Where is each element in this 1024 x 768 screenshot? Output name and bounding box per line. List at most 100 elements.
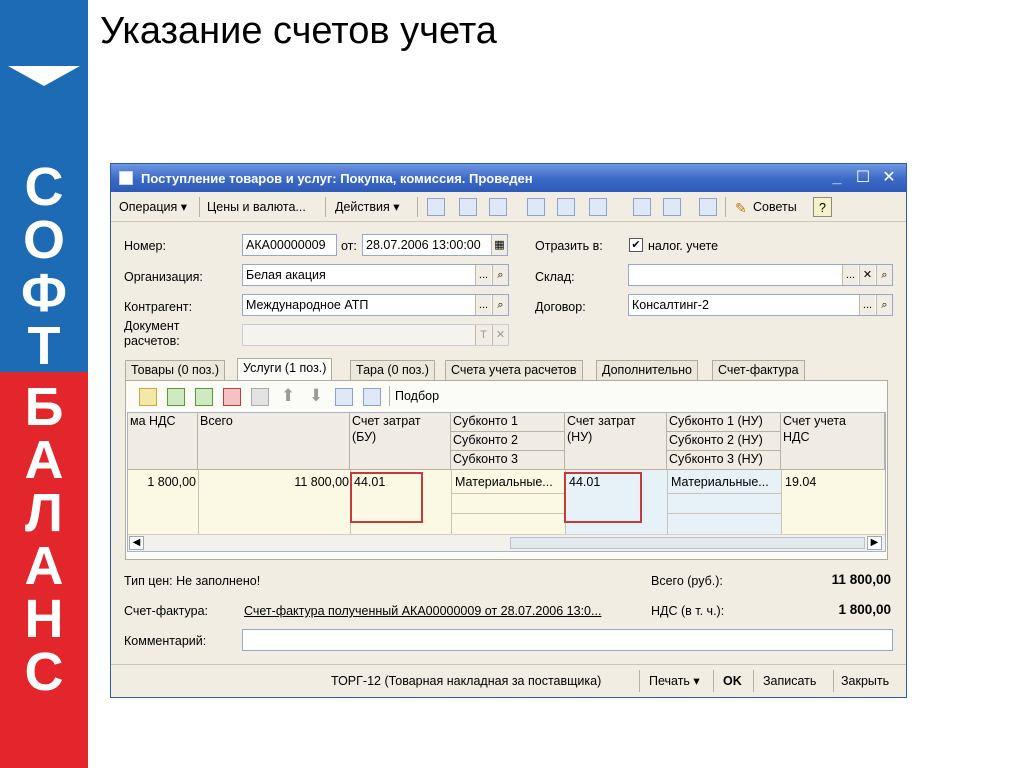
comment-field[interactable] <box>242 629 893 651</box>
dtkt-icon[interactable] <box>633 198 651 216</box>
report-icon[interactable] <box>663 198 681 216</box>
window-titlebar[interactable]: Поступление товаров и услуг: Покупка, ко… <box>111 164 906 192</box>
counterparty-field[interactable]: Международное АТП ... ⌕ <box>242 294 509 316</box>
separator <box>713 670 714 692</box>
type-icon[interactable]: T <box>475 325 491 345</box>
tab-goods[interactable]: Товары (0 поз.) <box>125 360 226 380</box>
select-button[interactable]: ... <box>859 295 875 315</box>
separator <box>325 197 326 217</box>
settlement-doc-label-line: расчетов: <box>124 334 180 348</box>
delete-row-icon[interactable] <box>223 388 241 406</box>
select-button[interactable]: ... <box>842 265 858 285</box>
tab-containers[interactable]: Тара (0 поз.) <box>350 360 435 380</box>
vat-label: НДС (в т. ч.): <box>651 604 725 618</box>
tab-additional[interactable]: Дополнительно <box>596 360 698 380</box>
tab-settlement-accounts[interactable]: Счета учета расчетов <box>445 360 583 380</box>
invoice-link[interactable]: Счет-фактура полученный АКА00000009 от 2… <box>244 604 601 618</box>
edit-row-icon[interactable] <box>195 388 213 406</box>
search-icon[interactable]: ⌕ <box>876 295 892 315</box>
document-window: Поступление товаров и услуг: Покупка, ко… <box>110 163 907 698</box>
close-icon[interactable]: ✕ <box>879 168 899 188</box>
col-header-vat[interactable]: ма НДС <box>128 413 198 470</box>
col-header-sub3[interactable]: Субконто 3 <box>451 451 565 470</box>
number-field[interactable]: АКА00000009 <box>242 234 337 256</box>
col-header-sub1-nu[interactable]: Субконто 1 (НУ) <box>667 413 781 432</box>
date-label: от: <box>341 239 357 253</box>
tab-invoice[interactable]: Счет-фактура <box>712 360 805 380</box>
org-field[interactable]: Белая акация ... ⌕ <box>242 264 509 286</box>
org-value: Белая акация <box>246 268 326 282</box>
close-button[interactable]: Закрыть <box>841 672 889 690</box>
slide-title: Указание счетов учета <box>100 10 497 52</box>
save-button[interactable]: Записать <box>763 672 816 690</box>
structure-icon[interactable] <box>699 198 717 216</box>
tips-button[interactable]: ✎ Советы <box>731 197 801 217</box>
move-down-icon[interactable]: ⬇ <box>309 386 323 406</box>
minimize-icon[interactable]: _ <box>827 168 847 188</box>
prices-button[interactable]: Цены и валюта... <box>203 197 310 217</box>
brand-letter: Ф <box>20 263 68 323</box>
horizontal-scrollbar[interactable]: ◀ ▶ <box>128 534 885 551</box>
vat-value: 1 800,00 <box>838 602 891 617</box>
actions-menu[interactable]: Действия ▾ <box>331 197 404 217</box>
search-icon[interactable]: ⌕ <box>492 265 508 285</box>
sort-asc-icon[interactable] <box>335 388 353 406</box>
back-icon[interactable] <box>427 198 445 216</box>
search-icon[interactable]: ⌕ <box>876 265 892 285</box>
divider <box>667 513 781 514</box>
clear-icon[interactable]: ✕ <box>859 265 875 285</box>
col-header-sub2[interactable]: Субконто 2 <box>451 432 565 451</box>
col-header-label: НДС <box>783 430 810 444</box>
col-header-cost-nu[interactable]: Счет затрат (НУ) <box>565 413 667 470</box>
clear-icon[interactable]: ✕ <box>492 325 508 345</box>
col-header-sub1[interactable]: Субконто 1 <box>451 413 565 432</box>
scrollbar-thumb[interactable] <box>510 537 865 549</box>
select-button[interactable]: ... <box>475 265 491 285</box>
move-up-icon[interactable]: ⬆ <box>281 386 295 406</box>
operation-menu[interactable]: Операция ▾ <box>115 197 191 217</box>
unpost-icon[interactable] <box>557 198 575 216</box>
col-header-sub3-nu[interactable]: Субконто 3 (НУ) <box>667 451 781 470</box>
sort-desc-icon[interactable] <box>363 388 381 406</box>
select-button[interactable]: ... <box>475 295 491 315</box>
contract-field[interactable]: Консалтинг-2 ... ⌕ <box>628 294 893 316</box>
table-toolbar: ⬆ ⬇ Подбор <box>135 386 615 408</box>
col-header-total[interactable]: Всего <box>198 413 350 470</box>
help-button[interactable]: ? <box>813 197 832 217</box>
cell-vat-account[interactable]: 19.04 <box>783 474 883 490</box>
maximize-icon[interactable]: ☐ <box>853 168 873 188</box>
separator <box>833 670 834 692</box>
settlement-doc-field[interactable]: T ✕ <box>242 324 509 346</box>
refresh-icon[interactable] <box>459 198 477 216</box>
print-menu[interactable]: Печать ▾ <box>649 672 700 690</box>
torg12-button[interactable]: ТОРГ-12 (Товарная накладная за поставщик… <box>331 672 601 690</box>
col-header-vat-account[interactable]: Счет учета НДС <box>781 413 885 470</box>
divider <box>667 493 781 494</box>
col-header-sub2-nu[interactable]: Субконто 2 (НУ) <box>667 432 781 451</box>
cell-sub1[interactable]: Материальные... <box>453 474 563 490</box>
based-on-icon[interactable] <box>589 198 607 216</box>
separator <box>199 197 200 217</box>
search-icon[interactable]: ⌕ <box>492 295 508 315</box>
ok-button[interactable]: OK <box>723 672 742 690</box>
cell-sub1-nu[interactable]: Материальные... <box>669 474 779 490</box>
tax-checkbox[interactable]: ✔ <box>629 238 643 252</box>
warehouse-field[interactable]: ... ✕ ⌕ <box>628 264 893 286</box>
add-row-icon[interactable] <box>139 388 157 406</box>
col-header-cost-bu[interactable]: Счет затрат (БУ) <box>350 413 451 470</box>
scroll-left-icon[interactable]: ◀ <box>129 536 144 550</box>
pick-button[interactable]: Подбор <box>395 389 439 403</box>
date-field[interactable]: 28.07.2006 13:00:00 ▦ <box>362 234 508 256</box>
copy-icon[interactable] <box>489 198 507 216</box>
cell-vat[interactable]: 1 800,00 <box>128 474 196 490</box>
calendar-icon[interactable]: ▦ <box>491 235 507 255</box>
footer-bar: ТОРГ-12 (Товарная накладная за поставщик… <box>111 664 906 697</box>
end-edit-icon[interactable] <box>251 388 269 406</box>
window-title: Поступление товаров и услуг: Покупка, ко… <box>141 171 533 186</box>
cell-total[interactable]: 11 800,00 <box>198 474 349 490</box>
scroll-right-icon[interactable]: ▶ <box>867 536 882 550</box>
highlight-box-nu <box>564 472 642 523</box>
tab-services[interactable]: Услуги (1 поз.) <box>237 358 333 381</box>
add-copy-icon[interactable] <box>167 388 185 406</box>
post-icon[interactable] <box>527 198 545 216</box>
